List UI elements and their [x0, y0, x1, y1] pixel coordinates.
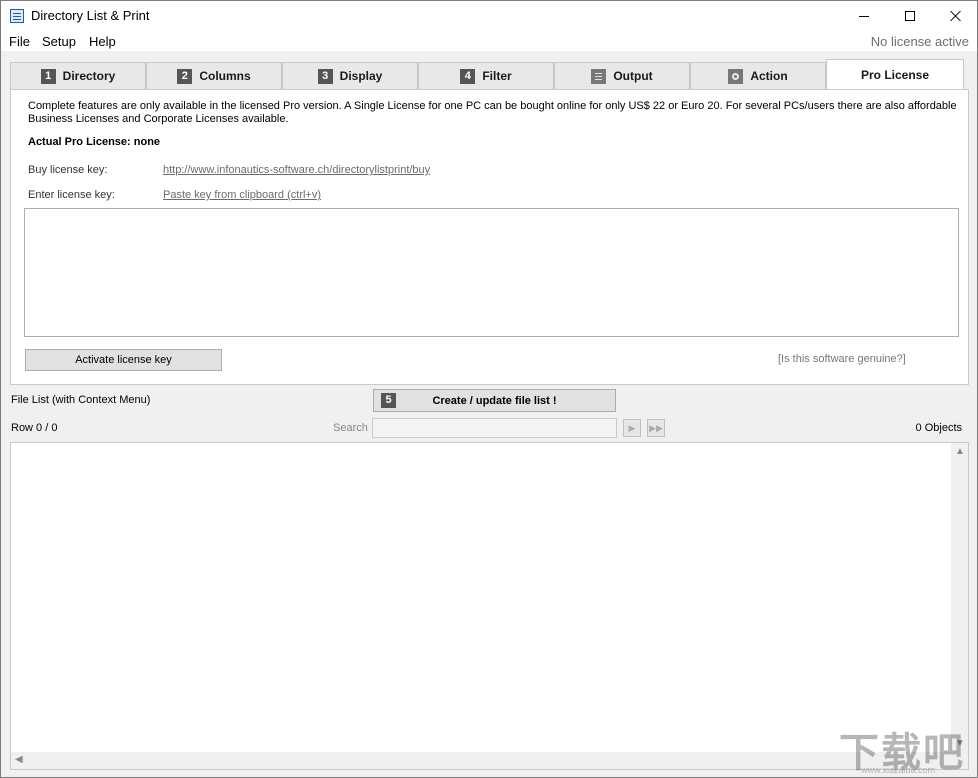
menu-file[interactable]: File: [9, 34, 30, 49]
close-icon: [950, 10, 962, 22]
tab-columns[interactable]: 2 Columns: [146, 62, 282, 90]
window-title: Directory List & Print: [31, 8, 150, 23]
genuine-software-link[interactable]: [Is this software genuine?]: [778, 353, 906, 365]
file-list-view[interactable]: ▲ ▼ ◀: [10, 442, 969, 770]
buy-license-link[interactable]: http://www.infonautics-software.ch/direc…: [163, 164, 430, 176]
license-status: No license active: [870, 34, 969, 49]
gear-icon: [728, 68, 744, 84]
search-label: Search: [333, 422, 368, 434]
row-counter: Row 0 / 0: [11, 422, 58, 434]
step-number-badge: 5: [381, 393, 396, 408]
tab-label: Directory: [62, 69, 116, 83]
create-file-list-label: Create / update file list !: [432, 394, 557, 407]
play-next-icon: ▶: [628, 422, 636, 433]
license-info-text: Complete features are only available in …: [28, 100, 957, 125]
tab-number-badge: 2: [177, 68, 193, 84]
tab-action[interactable]: Action: [690, 62, 826, 90]
tab-directory[interactable]: 1 Directory: [10, 62, 146, 90]
create-file-list-button[interactable]: 5 Create / update file list !: [373, 389, 616, 412]
tab-label: Output: [613, 69, 653, 83]
file-list-label: File List (with Context Menu): [11, 394, 151, 406]
watermark: 下载吧 www.xiazaiba.com: [839, 718, 969, 776]
find-next-button[interactable]: ▶: [623, 419, 641, 437]
scroll-up-icon[interactable]: ▲: [955, 446, 965, 457]
horizontal-scrollbar[interactable]: ◀: [11, 752, 951, 769]
pro-license-panel: Complete features are only available in …: [10, 89, 969, 385]
objects-count: 0 Objects: [915, 422, 962, 434]
minimize-button[interactable]: [841, 1, 887, 31]
tab-pro-license[interactable]: Pro License: [826, 59, 964, 91]
tab-number-badge: 1: [40, 68, 56, 84]
tab-label: Filter: [482, 69, 512, 83]
maximize-icon: [905, 11, 915, 21]
actual-license-status: Actual Pro License: none: [28, 136, 161, 148]
tab-label: Columns: [199, 69, 251, 83]
tab-number-badge: 4: [460, 68, 476, 84]
menu-bar: File Setup Help No license active: [1, 31, 977, 51]
menu-setup[interactable]: Setup: [42, 34, 76, 49]
app-list-icon: [10, 9, 24, 23]
tab-output[interactable]: Output: [554, 62, 690, 90]
document-icon: [591, 68, 607, 84]
activate-license-label: Activate license key: [75, 354, 172, 366]
tab-strip: 1 Directory 2 Columns 3 Display 4 Filter…: [10, 59, 968, 91]
watermark-url: www.xiazaiba.com: [861, 765, 936, 775]
buy-license-label: Buy license key:: [28, 164, 108, 176]
fast-forward-icon: ▶▶: [649, 422, 663, 433]
tab-number-badge: 3: [317, 68, 333, 84]
tab-label: Action: [750, 69, 788, 83]
tab-label: Display: [339, 69, 383, 83]
menu-help[interactable]: Help: [89, 34, 116, 49]
scroll-left-icon[interactable]: ◀: [15, 754, 23, 765]
enter-license-label: Enter license key:: [28, 189, 115, 201]
tab-label: Pro License: [860, 68, 930, 82]
activate-license-button[interactable]: Activate license key: [25, 349, 222, 371]
tab-filter[interactable]: 4 Filter: [418, 62, 554, 90]
search-input[interactable]: [372, 418, 617, 438]
tab-display[interactable]: 3 Display: [282, 62, 418, 90]
close-button[interactable]: [933, 1, 978, 31]
paste-key-link[interactable]: Paste key from clipboard (ctrl+v): [163, 189, 321, 201]
find-all-button[interactable]: ▶▶: [647, 419, 665, 437]
minimize-icon: [859, 15, 869, 17]
maximize-button[interactable]: [887, 1, 933, 31]
license-key-textarea[interactable]: [24, 208, 959, 337]
app-window: Directory List & Print File Setup Help N…: [0, 0, 978, 778]
title-bar[interactable]: Directory List & Print: [1, 1, 977, 31]
